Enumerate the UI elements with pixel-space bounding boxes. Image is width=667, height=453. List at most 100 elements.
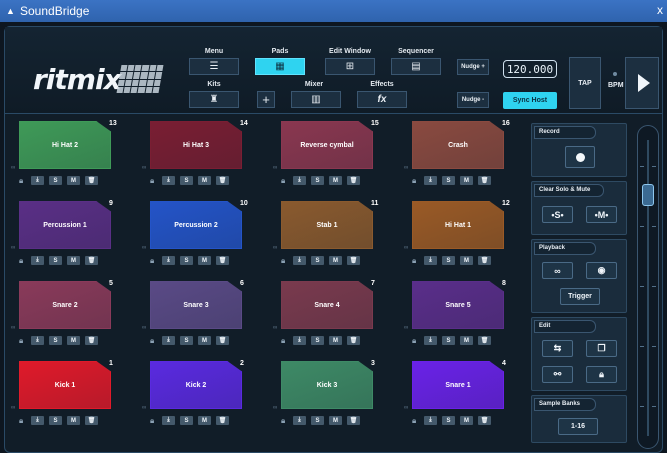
pad-mute-button[interactable]: M — [460, 416, 473, 425]
pad-lock-icon[interactable]: 🔒︎ — [281, 256, 288, 265]
pad-load-button[interactable]: ⤓ — [31, 256, 44, 265]
pad-mute-button[interactable]: M — [329, 256, 342, 265]
pad-load-button[interactable]: ⤓ — [31, 336, 44, 345]
pad-solo-button[interactable]: S — [442, 336, 455, 345]
pad-mute-button[interactable]: M — [198, 256, 211, 265]
pad-lock-icon[interactable]: 🔒︎ — [19, 176, 26, 185]
mixer-button[interactable]: ▥ — [291, 91, 341, 108]
pad-delete-icon[interactable]: 🗑︎ — [85, 256, 98, 265]
pad-mute-button[interactable]: M — [198, 416, 211, 425]
pad-mute-button[interactable]: M — [198, 176, 211, 185]
pad-solo-button[interactable]: S — [442, 176, 455, 185]
pad[interactable]: Snare 2 — [19, 281, 111, 329]
pad-mute-button[interactable]: M — [67, 336, 80, 345]
pad-lock-icon[interactable]: 🔒︎ — [281, 336, 288, 345]
pad-lock-icon[interactable]: 🔒︎ — [150, 336, 157, 345]
pad-lock-icon[interactable]: 🔒︎ — [19, 336, 26, 345]
close-button[interactable]: x — [657, 3, 663, 17]
bpm-display[interactable]: 120.000 — [503, 60, 557, 78]
pad-load-button[interactable]: ⤓ — [162, 416, 175, 425]
clear-mute-button[interactable]: •M• — [586, 206, 617, 223]
record-button[interactable] — [565, 146, 595, 168]
pad-load-button[interactable]: ⤓ — [424, 256, 437, 265]
pad-delete-icon[interactable]: 🗑︎ — [347, 256, 360, 265]
pad-lock-icon[interactable]: 🔒︎ — [412, 256, 419, 265]
kits-button[interactable]: ♜ — [189, 91, 239, 108]
pad[interactable]: Percussion 2 — [150, 201, 242, 249]
pad[interactable]: Kick 2 — [150, 361, 242, 409]
pad-lock-icon[interactable]: 🔒︎ — [150, 416, 157, 425]
pad-load-button[interactable]: ⤓ — [31, 416, 44, 425]
pad-mute-button[interactable]: M — [329, 176, 342, 185]
pad-load-button[interactable]: ⤓ — [162, 176, 175, 185]
pad-mute-button[interactable]: M — [460, 336, 473, 345]
pad[interactable]: Percussion 1 — [19, 201, 111, 249]
pad-lock-icon[interactable]: 🔒︎ — [412, 176, 419, 185]
pad[interactable]: Snare 3 — [150, 281, 242, 329]
volume-slider[interactable] — [637, 125, 659, 449]
pad-delete-icon[interactable]: 🗑︎ — [85, 416, 98, 425]
pad-lock-icon[interactable]: 🔒︎ — [412, 416, 419, 425]
pad-delete-icon[interactable]: 🗑︎ — [216, 336, 229, 345]
pad[interactable]: Stab 1 — [281, 201, 373, 249]
pad-load-button[interactable]: ⤓ — [424, 176, 437, 185]
edit-window-button[interactable]: ⊞ — [325, 58, 375, 75]
pad-solo-button[interactable]: S — [49, 176, 62, 185]
pad-load-button[interactable]: ⤓ — [293, 176, 306, 185]
pad-load-button[interactable]: ⤓ — [424, 416, 437, 425]
trigger-button[interactable]: Trigger — [560, 288, 600, 305]
pad[interactable]: Snare 4 — [281, 281, 373, 329]
pad-mute-button[interactable]: M — [67, 416, 80, 425]
swap-button[interactable]: ⇆ — [542, 340, 573, 357]
pad-delete-icon[interactable]: 🗑︎ — [478, 416, 491, 425]
pad-solo-button[interactable]: S — [180, 256, 193, 265]
stop-button[interactable]: ◉ — [586, 262, 617, 279]
pad-delete-icon[interactable]: 🗑︎ — [85, 176, 98, 185]
nudge-plus-button[interactable]: Nudge + — [457, 59, 489, 75]
pad-solo-button[interactable]: S — [311, 176, 324, 185]
pad[interactable]: Hi Hat 1 — [412, 201, 504, 249]
slider-knob[interactable] — [642, 184, 654, 206]
pad[interactable]: Crash — [412, 121, 504, 169]
pad-solo-button[interactable]: S — [311, 416, 324, 425]
sample-bank-button[interactable]: 1-16 — [558, 418, 598, 435]
tap-button[interactable]: TAP — [569, 57, 601, 109]
loop-button[interactable]: ∞ — [542, 262, 573, 279]
pad-solo-button[interactable]: S — [49, 256, 62, 265]
pad-delete-icon[interactable]: 🗑︎ — [478, 336, 491, 345]
link-button[interactable]: ⚯ — [542, 366, 573, 383]
pad[interactable]: Kick 3 — [281, 361, 373, 409]
pads-button[interactable]: ▦ — [255, 58, 305, 75]
pad[interactable]: Kick 1 — [19, 361, 111, 409]
pad-load-button[interactable]: ⤓ — [162, 336, 175, 345]
pad-solo-button[interactable]: S — [442, 256, 455, 265]
pad-delete-icon[interactable]: 🗑︎ — [347, 416, 360, 425]
add-button[interactable]: + — [257, 91, 275, 108]
pad-load-button[interactable]: ⤓ — [293, 416, 306, 425]
pad-lock-icon[interactable]: 🔒︎ — [281, 176, 288, 185]
pad[interactable]: Hi Hat 2 — [19, 121, 111, 169]
pad-solo-button[interactable]: S — [49, 416, 62, 425]
pad-lock-icon[interactable]: 🔒︎ — [281, 416, 288, 425]
play-button[interactable] — [625, 57, 659, 109]
pad-lock-icon[interactable]: 🔒︎ — [150, 176, 157, 185]
pad-lock-icon[interactable]: 🔒︎ — [150, 256, 157, 265]
pad-mute-button[interactable]: M — [67, 256, 80, 265]
pad-delete-icon[interactable]: 🗑︎ — [347, 336, 360, 345]
pad-lock-icon[interactable]: 🔒︎ — [19, 416, 26, 425]
pad-delete-icon[interactable]: 🗑︎ — [478, 176, 491, 185]
pad-mute-button[interactable]: M — [460, 176, 473, 185]
pad-solo-button[interactable]: S — [49, 336, 62, 345]
pad-delete-icon[interactable]: 🗑︎ — [216, 256, 229, 265]
menu-button[interactable]: ☰ — [189, 58, 239, 75]
pad-solo-button[interactable]: S — [180, 416, 193, 425]
lock-button[interactable]: 🔒︎ — [586, 366, 617, 383]
pad[interactable]: Snare 5 — [412, 281, 504, 329]
pad-mute-button[interactable]: M — [329, 336, 342, 345]
pad-load-button[interactable]: ⤓ — [162, 256, 175, 265]
pad-load-button[interactable]: ⤓ — [424, 336, 437, 345]
sync-host-button[interactable]: Sync Host — [503, 92, 557, 109]
pad-load-button[interactable]: ⤓ — [293, 256, 306, 265]
pad-mute-button[interactable]: M — [67, 176, 80, 185]
pad[interactable]: Snare 1 — [412, 361, 504, 409]
